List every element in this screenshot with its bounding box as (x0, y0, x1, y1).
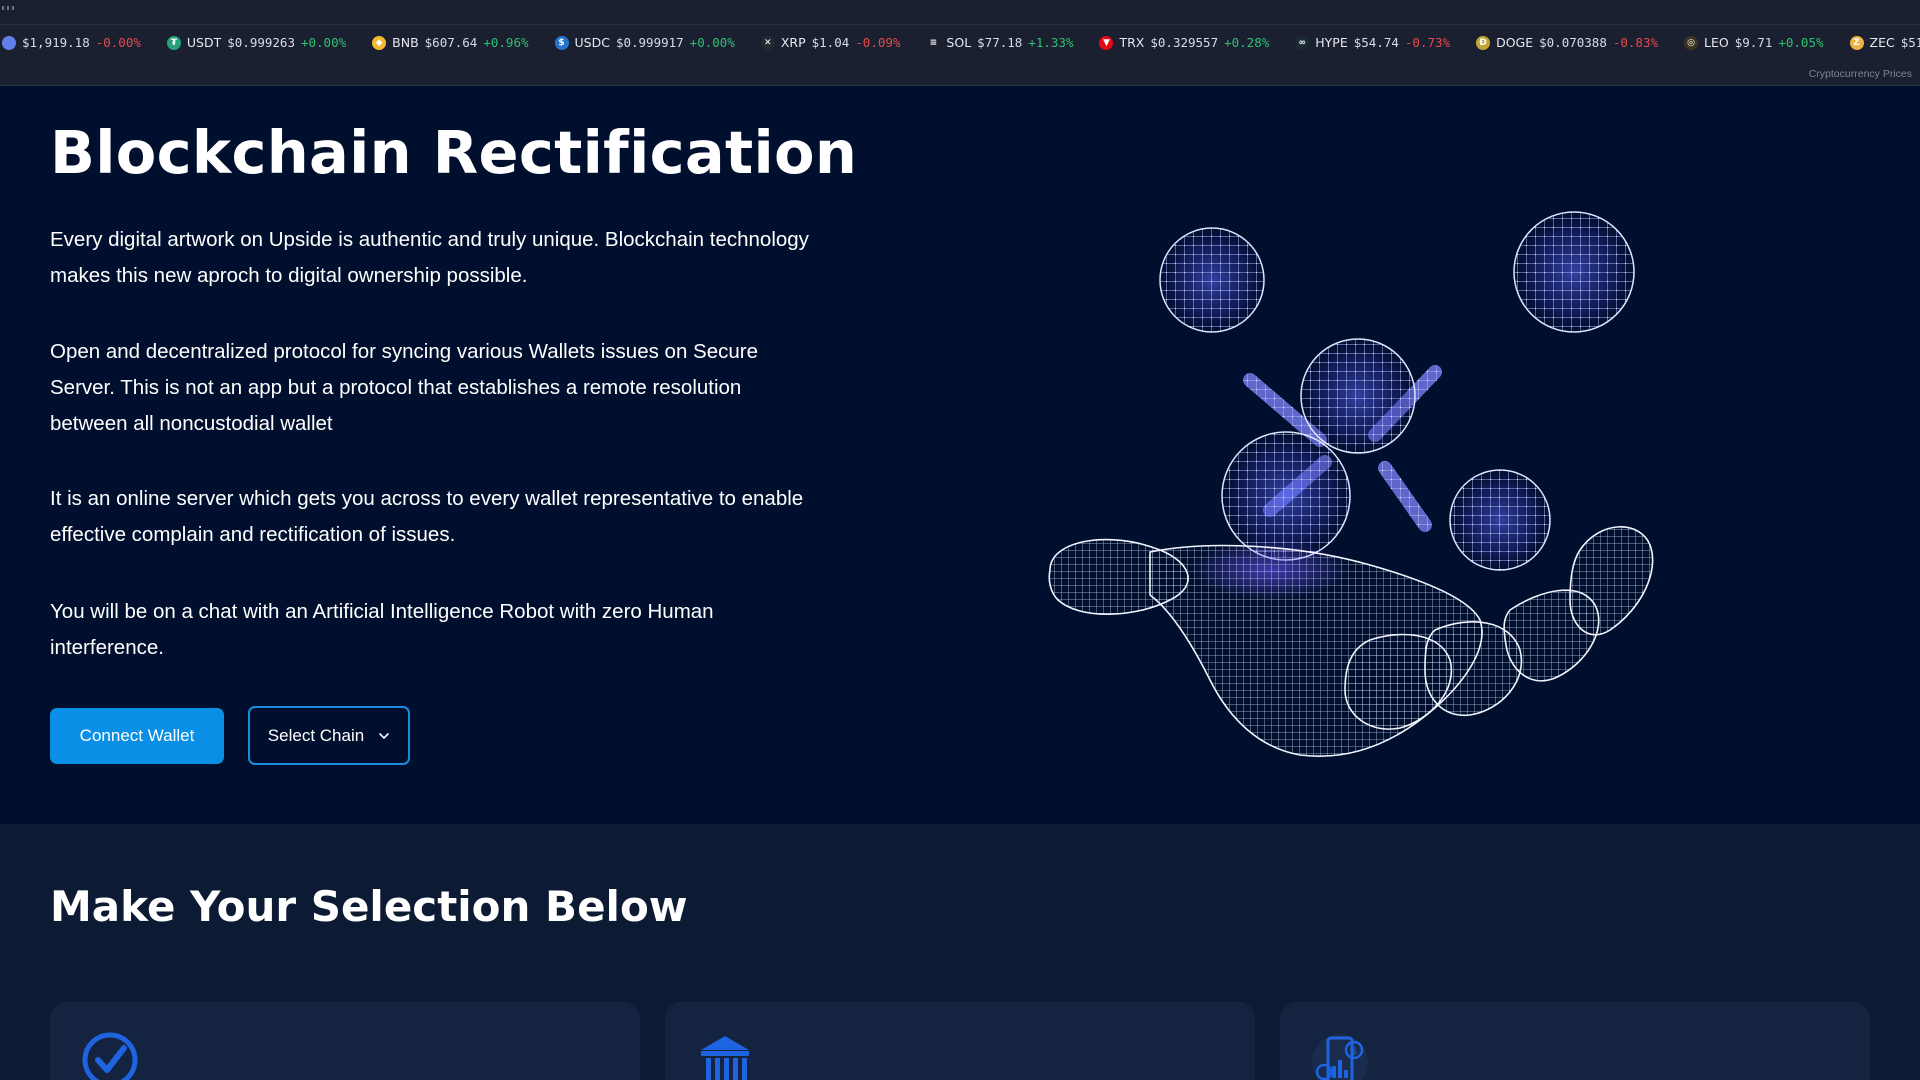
ticker-item[interactable]: ◎ LEO $9.71 +0.05% (1684, 35, 1824, 50)
hero-paragraph-1: Every digital artwork on Upside is authe… (50, 228, 809, 287)
ticker-item[interactable]: ZZEC$515.49+ (1849, 35, 1920, 50)
ticker-price: $1,919.18 (22, 35, 90, 50)
ticker-price: $515.49 (1900, 35, 1920, 50)
ticker-symbol: SOL (946, 35, 972, 50)
svg-text:$: $ (1351, 1046, 1357, 1057)
ticker-item[interactable]: $ USDC $0.999917 +0.00% (554, 35, 735, 50)
ticker-price: $0.999263 (227, 35, 295, 50)
leo-icon: ◎ (1684, 35, 1699, 50)
ticker-item[interactable]: ◆ BNB $607.64 +0.96% (372, 35, 529, 50)
ticker-item[interactable]: ₮ USDT $0.999263 +0.00% (166, 35, 347, 50)
ticker-item[interactable]: ✕ XRP $1.04 -0.09% (760, 35, 901, 50)
ticker-price: $77.18 (977, 35, 1023, 50)
mobile-finance-icon: $ (1312, 1034, 1368, 1080)
hero-title: Blockchain Rectification (50, 118, 858, 187)
ticker-symbol: ZEC (1869, 35, 1895, 50)
hero-paragraph-2: Open and decentralized protocol for sync… (50, 340, 759, 435)
check-circle-icon (82, 1032, 138, 1080)
ticker-symbol: USDC (574, 35, 610, 50)
ticker-symbol: XRP (780, 35, 806, 50)
ticker-credit-link[interactable]: Cryptocurrency Prices (1809, 68, 1912, 80)
selection-card-bank[interactable] (665, 1002, 1255, 1080)
ethereum-icon (2, 35, 16, 50)
connect-wallet-button[interactable]: Connect Wallet (50, 708, 224, 764)
usdc-icon: $ (554, 35, 569, 50)
ticker-item[interactable]: ▼ TRX $0.329557 +0.28% (1099, 35, 1269, 50)
selection-title: Make Your Selection Below (50, 882, 688, 931)
ticker-symbol: USDT (186, 35, 222, 50)
selection-card-mobile-finance[interactable]: $ (1280, 1002, 1870, 1080)
selection-card-validation[interactable] (50, 1002, 640, 1080)
ticker-change: -0.09% (855, 35, 901, 50)
ticker-price: $0.329557 (1150, 35, 1219, 50)
ticker-price: $1.04 (811, 35, 850, 50)
connect-wallet-label: Connect Wallet (79, 726, 195, 745)
ticker-change: +0.05% (1778, 35, 1824, 50)
ticker-change: +1.33% (1028, 35, 1074, 50)
ticker-price: $54.74 (1353, 35, 1399, 50)
hero-paragraph-3: It is an online server which gets you ac… (50, 487, 804, 546)
ticker-symbol: DOGE (1496, 35, 1534, 50)
ticker-change: -0.73% (1404, 35, 1451, 50)
select-chain-label: Select Chain (267, 725, 365, 745)
ticker-price: $0.999917 (615, 35, 684, 50)
zcash-icon: Z (1849, 35, 1864, 50)
ticker-item[interactable]: ≡ SOL $77.18 +1.33% (926, 35, 1073, 50)
tether-icon: ₮ (166, 35, 181, 50)
bank-icon (701, 1036, 749, 1080)
ticker-symbol: BNB (392, 35, 419, 50)
ticker-symbol: TRX (1119, 35, 1145, 50)
ticker-change: +0.28% (1224, 35, 1270, 50)
ticker-handle-icon (2, 6, 14, 10)
ticker-price: $607.64 (424, 35, 478, 50)
ticker-change: -0.83% (1612, 35, 1659, 50)
bnb-icon: ◆ (372, 35, 387, 50)
hype-icon: ∞ (1295, 35, 1310, 50)
solana-icon: ≡ (926, 35, 941, 50)
ticker-strip: $1,919.18 -0.00% ₮ USDT $0.999263 +0.00% ◆ BNB $… (0, 24, 1920, 60)
ticker-symbol: HYPE (1315, 35, 1348, 50)
wireframe-hand-molecule-illustration (1048, 211, 1654, 758)
xrp-icon: ✕ (760, 35, 775, 50)
ticker-change: -0.00% (95, 35, 141, 50)
ticker-price: $9.71 (1734, 35, 1773, 50)
ticker-symbol: LEO (1704, 35, 1729, 50)
dogecoin-icon: Ð (1476, 35, 1491, 50)
ticker-item[interactable]: ∞ HYPE $54.74 -0.73% (1295, 35, 1450, 50)
chevron-down-icon (379, 732, 389, 739)
tron-icon: ▼ (1099, 35, 1114, 50)
ticker-item[interactable]: $1,919.18 -0.00% (2, 35, 141, 50)
ticker-change: +0.00% (300, 35, 347, 50)
selection-section: Make Your Selection Below $ (0, 824, 1920, 1080)
select-chain-dropdown[interactable]: Select Chain (248, 706, 410, 765)
crypto-price-ticker: $1,919.18 -0.00% ₮ USDT $0.999263 +0.00% ◆ BNB $… (0, 0, 1920, 86)
ticker-change: +0.00% (689, 35, 735, 50)
ticker-item[interactable]: Ð DOGE $0.070388 -0.83% (1476, 35, 1658, 50)
ticker-price: $0.070388 (1539, 35, 1607, 50)
ticker-change: +0.96% (483, 35, 529, 50)
hero-paragraph-4: You will be on a chat with an Artificial… (50, 600, 714, 659)
